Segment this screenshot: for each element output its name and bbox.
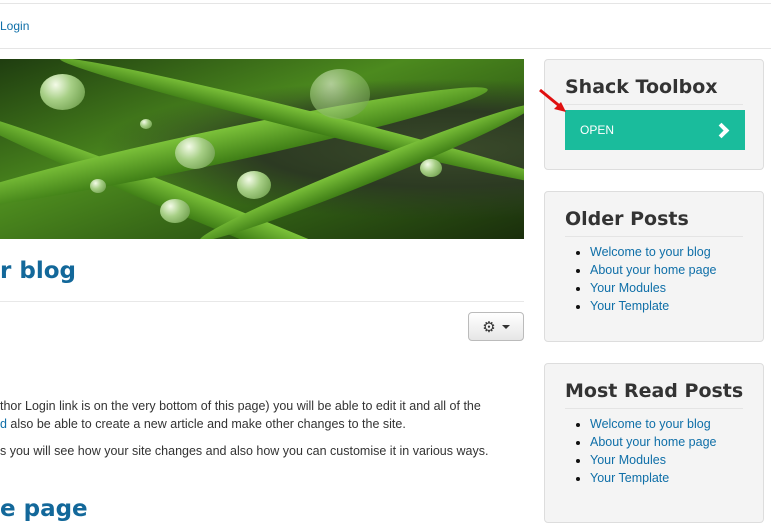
list-item: Welcome to your blog xyxy=(590,415,716,433)
paragraph-line: s you will see how your site changes and… xyxy=(0,444,489,458)
red-arrow-annotation xyxy=(539,88,566,112)
list-item: Your Modules xyxy=(590,451,716,469)
open-label: OPEN xyxy=(580,123,615,137)
post-link[interactable]: Your Template xyxy=(590,471,669,485)
post-link[interactable]: Welcome to your blog xyxy=(590,245,711,259)
paragraph-line: d also be able to create a new article a… xyxy=(0,417,406,431)
list-item: Welcome to your blog xyxy=(590,243,716,261)
gear-icon: ⚙ xyxy=(482,318,496,336)
post-link[interactable]: About your home page xyxy=(590,263,716,277)
toolbox-open-button[interactable]: OPEN xyxy=(565,110,745,150)
login-link[interactable]: Login xyxy=(0,19,29,33)
post-link[interactable]: Your Modules xyxy=(590,281,666,295)
toolbox-module: Shack Toolbox OPEN xyxy=(544,59,764,170)
chevron-right-icon xyxy=(713,122,730,138)
list-item: About your home page xyxy=(590,433,716,451)
post-link[interactable]: Your Template xyxy=(590,299,669,313)
list-item: About your home page xyxy=(590,261,716,279)
hero-image xyxy=(0,59,524,239)
module-divider xyxy=(565,408,743,409)
post-link[interactable]: Welcome to your blog xyxy=(590,417,711,431)
post-link[interactable]: About your home page xyxy=(590,435,716,449)
inline-link[interactable]: d xyxy=(0,417,7,431)
list-item: Your Template xyxy=(590,297,716,315)
nav-divider xyxy=(0,48,771,49)
most-read-module: Most Read Posts Welcome to your blog Abo… xyxy=(544,363,764,523)
most-read-list: Welcome to your blog About your home pag… xyxy=(590,415,716,487)
post-link[interactable]: Your Modules xyxy=(590,453,666,467)
module-divider xyxy=(565,104,743,105)
list-item: Your Template xyxy=(590,469,716,487)
module-title: Most Read Posts xyxy=(565,380,744,402)
older-posts-module: Older Posts Welcome to your blog About y… xyxy=(544,191,764,342)
module-title: Shack Toolbox xyxy=(565,76,718,98)
older-posts-list: Welcome to your blog About your home pag… xyxy=(590,243,716,315)
next-article-title[interactable]: e page xyxy=(0,496,88,522)
list-item: Your Modules xyxy=(590,279,716,297)
title-divider xyxy=(0,301,524,302)
article-tools-button[interactable]: ⚙ xyxy=(468,312,524,341)
paragraph-text: also be able to create a new article and… xyxy=(6,417,406,431)
top-divider xyxy=(0,3,771,4)
article-title[interactable]: r blog xyxy=(0,258,76,284)
module-title: Older Posts xyxy=(565,208,689,230)
paragraph-line: thor Login link is on the very bottom of… xyxy=(0,399,481,413)
caret-down-icon xyxy=(501,324,510,329)
module-divider xyxy=(565,236,743,237)
